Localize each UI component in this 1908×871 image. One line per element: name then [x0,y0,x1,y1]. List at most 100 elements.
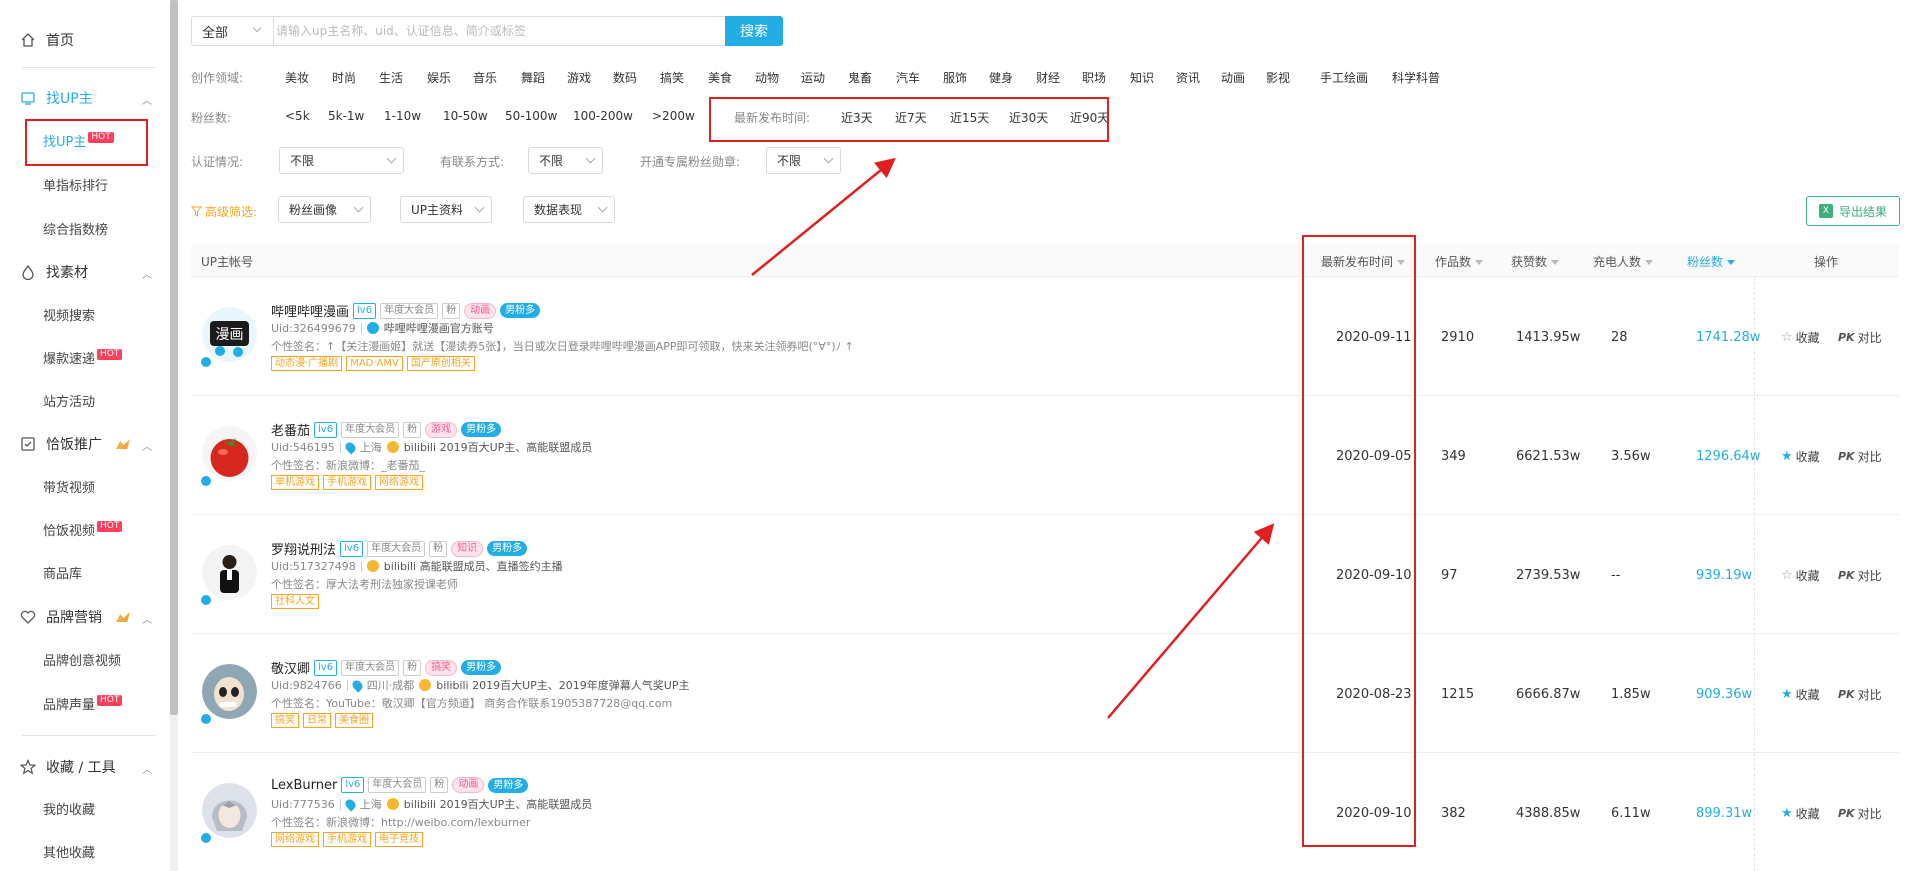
domain-filter-option[interactable]: 音乐 [473,69,497,86]
domain-filter-option[interactable]: 财经 [1036,69,1060,86]
sidebar-group-collect[interactable]: 收藏 / 工具 ︿ [20,757,152,777]
table-row[interactable]: 老番茄 lv6 年度大会员 粉 游戏 男粉多 Uid:546195 上海 bil… [191,396,1899,515]
fans-filter-option[interactable]: 5k-1w [328,109,364,123]
up-name[interactable]: LexBurner [271,778,337,793]
fans-filter-option[interactable]: <5k [285,109,310,123]
cert-filter-select[interactable]: 不限 [279,147,404,174]
favorite-button[interactable]: ★ 收藏 [1781,448,1820,465]
domain-filter-option[interactable]: 时尚 [332,69,356,86]
content-tag[interactable]: 动态漫·广播剧 [271,356,343,371]
advanced-up-info-select[interactable]: UP主资料 [400,196,492,223]
fans-filter-option[interactable]: 50-100w [505,109,557,123]
column-header-works[interactable]: 作品数 [1435,253,1484,270]
up-name[interactable]: 敬汉卿 [271,658,310,677]
favorite-button[interactable]: ★ 收藏 [1781,686,1820,703]
content-tag[interactable]: 网络游戏 [375,475,423,490]
compare-button[interactable]: PK 对比 [1838,448,1882,465]
domain-filter-option[interactable]: 动画 [1221,69,1245,86]
sidebar-item-composite-rank[interactable]: 综合指数榜 [43,219,108,238]
avatar[interactable] [202,426,257,481]
sidebar-item-ad-video[interactable]: 恰饭视频 HOT [43,520,123,539]
search-button[interactable]: 搜索 [725,16,783,46]
sidebar-item-brand-video[interactable]: 品牌创意视频 [43,650,121,669]
contact-filter-select[interactable]: 不限 [528,147,603,174]
sidebar-item-goods-video[interactable]: 带货视频 [43,477,95,496]
domain-filter-option[interactable]: 数码 [613,69,637,86]
sidebar-item-video-search[interactable]: 视频搜索 [43,305,95,324]
content-tag[interactable]: 手机游戏 [323,832,371,847]
domain-filter-option[interactable]: 影视 [1266,69,1290,86]
search-input[interactable] [276,18,716,44]
domain-filter-option[interactable]: 美食 [708,69,732,86]
sidebar-scrollbar-thumb[interactable] [170,0,178,715]
favorite-button[interactable]: ☆ 收藏 [1781,329,1820,346]
table-row[interactable]: 敬汉卿 lv6 年度大会员 粉 搞笑 男粉多 Uid:9824766 四川·成都… [191,634,1899,753]
domain-filter-option[interactable]: 知识 [1130,69,1154,86]
sidebar-item-other-favs[interactable]: 其他收藏 [43,842,95,861]
avatar[interactable] [202,783,257,838]
avatar[interactable]: 漫画 [202,307,257,362]
domain-filter-option[interactable]: 资讯 [1176,69,1200,86]
sidebar-item-viral[interactable]: 爆款速递 HOT [43,348,123,367]
content-tag[interactable]: 国产原创相关 [406,356,475,371]
sidebar-group-promotion[interactable]: 恰饭推广 ︿ [20,434,152,454]
content-tag[interactable]: 日常 [303,713,331,728]
column-header-likes[interactable]: 获赞数 [1511,253,1560,270]
export-results-button[interactable]: X 导出结果 [1806,196,1900,226]
favorite-button[interactable]: ☆ 收藏 [1781,567,1820,584]
avatar[interactable] [202,545,257,600]
sidebar-item-brand-voice[interactable]: 品牌声量 HOT [43,694,123,713]
domain-filter-option[interactable]: 游戏 [567,69,591,86]
sidebar-item-product-lib[interactable]: 商品库 [43,563,82,582]
sidebar-group-brand[interactable]: 品牌营销 ︿ [20,607,152,627]
domain-filter-option[interactable]: 职场 [1082,69,1106,86]
favorite-button[interactable]: ★ 收藏 [1781,805,1820,822]
sidebar-item-my-favs[interactable]: 我的收藏 [43,799,95,818]
table-row[interactable]: LexBurner lv6 年度大会员 粉 动画 男粉多 Uid:777536 … [191,753,1899,871]
domain-filter-option[interactable]: 手工绘画 [1320,69,1368,86]
sidebar-item-events[interactable]: 站方活动 [43,391,95,410]
table-row[interactable]: 漫画 哔哩哔哩漫画 lv6 年度大会员 粉 动画 男粉多 Uid:3264996… [191,277,1899,396]
domain-filter-option[interactable]: 鬼畜 [848,69,872,86]
content-tag[interactable]: 搞笑 [271,713,299,728]
sidebar-group-find-up[interactable]: 找UP主 ︿ [20,88,152,108]
domain-filter-option[interactable]: 动物 [755,69,779,86]
fans-filter-option[interactable]: >200w [652,109,695,123]
compare-button[interactable]: PK 对比 [1838,329,1882,346]
domain-filter-option[interactable]: 生活 [379,69,403,86]
domain-filter-option[interactable]: 娱乐 [427,69,451,86]
fans-filter-option[interactable]: 100-200w [573,109,633,123]
advanced-data-perf-select[interactable]: 数据表现 [523,196,615,223]
table-row[interactable]: 罗翔说刑法 lv6 年度大会员 粉 知识 男粉多 Uid:517327498 b… [191,515,1899,634]
domain-filter-option[interactable]: 美妆 [285,69,309,86]
domain-filter-option[interactable]: 科学科普 [1392,69,1440,86]
up-name[interactable]: 罗翔说刑法 [271,539,336,558]
avatar[interactable] [202,664,257,719]
compare-button[interactable]: PK 对比 [1838,567,1882,584]
exclusive-filter-select[interactable]: 不限 [766,147,841,174]
content-tag[interactable]: 电子竞技 [375,832,423,847]
content-tag[interactable]: 网络游戏 [271,832,319,847]
column-header-fans[interactable]: 粉丝数 [1687,253,1736,270]
fans-filter-option[interactable]: 10-50w [443,109,488,123]
content-tag[interactable]: 社科人文 [271,594,319,609]
domain-filter-option[interactable]: 服饰 [943,69,967,86]
search-scope-select[interactable]: 全部 [192,17,274,45]
domain-filter-option[interactable]: 搞笑 [660,69,684,86]
compare-button[interactable]: PK 对比 [1838,805,1882,822]
domain-filter-option[interactable]: 汽车 [896,69,920,86]
domain-filter-option[interactable]: 舞蹈 [521,69,545,86]
compare-button[interactable]: PK 对比 [1838,686,1882,703]
up-name[interactable]: 哔哩哔哩漫画 [271,301,349,320]
content-tag[interactable]: 手机游戏 [323,475,371,490]
content-tag[interactable]: MAD·AMV [346,356,403,371]
advanced-fans-portrait-select[interactable]: 粉丝画像 [278,196,371,223]
sidebar-item-home[interactable]: 首页 [20,30,74,50]
sidebar-item-single-rank[interactable]: 单指标排行 [43,175,108,194]
content-tag[interactable]: 单机游戏 [271,475,319,490]
domain-filter-option[interactable]: 运动 [801,69,825,86]
content-tag[interactable]: 美食圈 [335,713,373,728]
fans-filter-option[interactable]: 1-10w [384,109,421,123]
up-name[interactable]: 老番茄 [271,420,310,439]
domain-filter-option[interactable]: 健身 [989,69,1013,86]
